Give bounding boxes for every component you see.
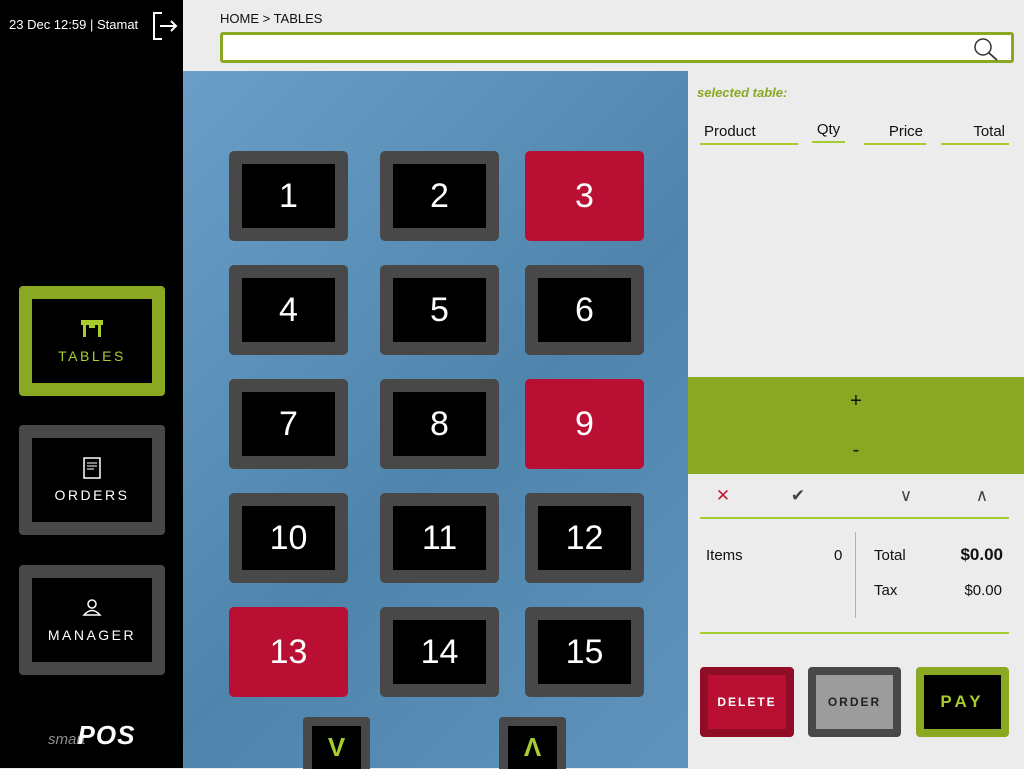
- table-tile-12[interactable]: 12: [525, 493, 644, 583]
- table-number: 14: [420, 632, 459, 671]
- table-tile-1[interactable]: 1: [229, 151, 348, 241]
- user-icon: [82, 597, 102, 619]
- column-header-product: Product: [700, 123, 798, 145]
- qty-increase-button[interactable]: +: [688, 377, 1024, 425]
- price-header-text: Price: [888, 123, 923, 140]
- table-tile-6[interactable]: 6: [525, 265, 644, 355]
- datetime: 23 Dec 12:59: [9, 17, 87, 32]
- table-number: 9: [575, 404, 594, 443]
- table-tile-4[interactable]: 4: [229, 265, 348, 355]
- search-icon[interactable]: [973, 37, 999, 61]
- table-number: 2: [430, 176, 449, 215]
- table-number: 12: [565, 518, 604, 557]
- delete-button[interactable]: DELETE: [700, 667, 794, 737]
- table-number: 10: [269, 518, 308, 557]
- items-count: 0: [834, 547, 843, 564]
- search-input[interactable]: [229, 37, 963, 61]
- column-header-price: Price: [864, 123, 926, 145]
- table-tile-8[interactable]: 8: [380, 379, 499, 469]
- tax-label: Tax: [874, 582, 898, 599]
- nav-manager-label: MANAGER: [47, 627, 137, 643]
- quantity-panel: + -: [688, 377, 1024, 474]
- table-tile-7[interactable]: 7: [229, 379, 348, 469]
- table-number: 7: [279, 404, 298, 443]
- divider: [700, 517, 1009, 519]
- table-number: 4: [279, 290, 298, 329]
- tax-value: $0.00: [964, 582, 1002, 599]
- product-header-text: Product: [704, 123, 756, 140]
- nav-tables-label: TABLES: [58, 348, 126, 364]
- order-button[interactable]: ORDER: [808, 667, 901, 737]
- chevron-up-icon[interactable]: ∧: [969, 483, 995, 509]
- status-line: 23 Dec 12:59 | Stamat: [9, 17, 138, 32]
- table-number: 5: [430, 290, 449, 329]
- table-number: 11: [421, 518, 458, 557]
- check-icon[interactable]: ✔: [785, 483, 811, 509]
- search-bar: [220, 32, 1014, 63]
- brand-bold: POS: [77, 720, 136, 750]
- nav-tables-button[interactable]: TABLES: [19, 286, 165, 396]
- table-number: 15: [565, 632, 604, 671]
- total-label: Total: [874, 547, 906, 564]
- table-tile-14[interactable]: 14: [380, 607, 499, 697]
- table-tile-2[interactable]: 2: [380, 151, 499, 241]
- table-tile-3[interactable]: 3: [525, 151, 644, 241]
- total-value: $0.00: [960, 545, 1003, 564]
- scroll-down-button[interactable]: V: [303, 717, 370, 769]
- total-header-text: Total: [973, 123, 1005, 140]
- table-number: 1: [279, 176, 298, 215]
- breadcrumb: HOME > TABLES: [220, 11, 323, 26]
- table-number: 3: [575, 176, 594, 215]
- user-name: Stamat: [96, 17, 139, 32]
- pay-button[interactable]: PAY: [916, 667, 1009, 737]
- table-tile-15[interactable]: 15: [525, 607, 644, 697]
- cancel-icon[interactable]: ✕: [710, 483, 736, 509]
- table-tile-11[interactable]: 11: [380, 493, 499, 583]
- table-tile-9[interactable]: 9: [525, 379, 644, 469]
- summary-divider: [855, 532, 856, 618]
- order-panel: selected table: Product Qty Price Total …: [688, 71, 1024, 768]
- receipt-icon: [82, 457, 102, 479]
- separator: |: [89, 17, 94, 32]
- nav-orders-label: ORDERS: [54, 487, 130, 503]
- column-header-qty: Qty: [812, 121, 845, 143]
- table-number: 6: [575, 290, 594, 329]
- divider: [700, 632, 1009, 634]
- chevron-down-icon[interactable]: ∨: [893, 483, 919, 509]
- table-icon: [80, 318, 104, 340]
- table-number: 13: [269, 632, 308, 671]
- table-number: 8: [430, 404, 449, 443]
- selected-table-label: selected table:: [697, 85, 788, 100]
- scroll-up-button[interactable]: Λ: [499, 717, 566, 769]
- nav-orders-button[interactable]: ORDERS: [19, 425, 165, 535]
- logout-icon[interactable]: [150, 10, 180, 42]
- column-header-total: Total: [941, 123, 1009, 145]
- nav-manager-button[interactable]: MANAGER: [19, 565, 165, 675]
- table-tile-13[interactable]: 13: [229, 607, 348, 697]
- sidebar: 23 Dec 12:59 | Stamat TABLES ORDERS MANA…: [0, 0, 183, 768]
- tables-grid: 1 2 3 4 5 6 7 8 9 10 11 12 13 14 15 V Λ: [183, 71, 688, 769]
- brand-logo: smartPOS: [48, 720, 135, 751]
- items-label: Items: [706, 547, 743, 564]
- table-tile-5[interactable]: 5: [380, 265, 499, 355]
- qty-decrease-button[interactable]: -: [688, 426, 1024, 474]
- table-tile-10[interactable]: 10: [229, 493, 348, 583]
